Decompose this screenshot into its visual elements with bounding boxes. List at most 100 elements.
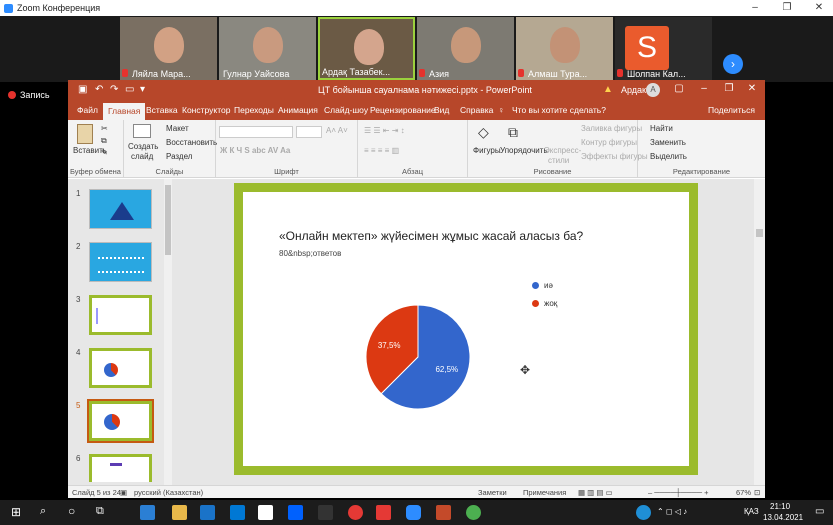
arrange-button[interactable]: Упорядочить xyxy=(500,146,548,155)
tray-arrows-icon[interactable]: ⌃ ◻ ◁ ♪ xyxy=(657,507,687,516)
shapes-button[interactable]: Фигуры xyxy=(473,146,501,155)
undo-icon[interactable]: ↶ xyxy=(95,84,103,95)
slide-thumbnail[interactable] xyxy=(89,348,152,388)
copy-icon[interactable]: ⧉ xyxy=(101,136,107,146)
new-slide-button-line2[interactable]: слайд xyxy=(131,152,153,161)
minimize-button[interactable]: – xyxy=(740,1,770,15)
arrange-icon[interactable]: ⧉ xyxy=(508,124,518,141)
layout-button[interactable]: Макет xyxy=(166,124,189,133)
zoom-taskbar-icon[interactable] xyxy=(406,505,421,520)
participant-tile[interactable]: Азия xyxy=(417,17,514,80)
font-size-dropdown[interactable] xyxy=(296,126,322,138)
ppt-close-button[interactable]: ✕ xyxy=(741,83,763,94)
tab-insert[interactable]: Вставка xyxy=(146,105,178,115)
chrome-icon[interactable] xyxy=(466,505,481,520)
tab-help[interactable]: Справка xyxy=(460,105,493,115)
user-avatar[interactable]: A xyxy=(646,83,660,97)
increase-font-icon[interactable]: A˄ A˅ xyxy=(326,126,348,135)
notifications-icon[interactable]: ▭ xyxy=(815,506,824,517)
ribbon-display-options-icon[interactable]: ▢ xyxy=(668,83,690,94)
section-button[interactable]: Раздел xyxy=(166,152,192,161)
zoom-level[interactable]: 67% xyxy=(736,488,751,497)
shape-fill-button[interactable]: Заливка фигуры xyxy=(581,124,642,133)
shape-outline-button[interactable]: Контур фигуры xyxy=(581,138,637,147)
cut-icon[interactable]: ✂ xyxy=(101,124,108,133)
restore-button[interactable]: ❐ xyxy=(772,1,802,15)
select-button[interactable]: Выделить xyxy=(650,152,687,161)
edge-icon[interactable] xyxy=(140,505,155,520)
new-slide-button[interactable]: Создать xyxy=(128,142,158,151)
notes-button[interactable]: Заметки xyxy=(478,488,507,497)
tab-review[interactable]: Рецензирование xyxy=(370,105,436,115)
participant-tile[interactable]: S Шолпан Кал... xyxy=(615,17,712,80)
tab-home[interactable]: Главная xyxy=(103,103,146,120)
close-button[interactable]: ✕ xyxy=(804,1,833,15)
mail-icon[interactable] xyxy=(230,505,245,520)
paste-icon[interactable] xyxy=(77,124,93,144)
slide-scrollbar[interactable] xyxy=(754,179,765,485)
task-view-icon[interactable]: ⧉ xyxy=(96,505,104,518)
view-buttons[interactable]: ▦ ▥ ▤ ▭ xyxy=(578,488,613,497)
powerpoint-taskbar-icon[interactable] xyxy=(436,505,451,520)
save-icon[interactable]: ▣ xyxy=(78,84,87,95)
participant-tile[interactable]: Ляйла Мара... xyxy=(120,17,217,80)
participant-tile[interactable]: Алмаш Тура... xyxy=(516,17,613,80)
slide-thumbnail[interactable] xyxy=(89,242,152,282)
windows-start-icon[interactable]: ⊞ xyxy=(11,505,21,519)
replace-button[interactable]: Заменить xyxy=(650,138,686,147)
tell-me-search[interactable]: Что вы хотите сделать? xyxy=(512,105,606,115)
tab-transitions[interactable]: Переходы xyxy=(234,105,274,115)
participant-tile[interactable]: Гулнар Уайсова xyxy=(219,17,316,80)
quick-styles-button[interactable]: Экспресс- xyxy=(544,146,581,155)
quick-styles-button-line2[interactable]: стили xyxy=(548,156,569,165)
warning-icon[interactable]: ▲ xyxy=(603,84,613,95)
clock-time[interactable]: 21:10 xyxy=(770,502,790,511)
align-buttons[interactable]: ≡ ≡ ≡ ≡ ▥ xyxy=(364,146,399,155)
slide-thumbnail[interactable] xyxy=(89,189,152,229)
language-tray[interactable]: ҚАЗ xyxy=(744,507,759,516)
reset-button[interactable]: Восстановить xyxy=(166,138,217,147)
tab-view[interactable]: Вид xyxy=(434,105,449,115)
cortana-icon[interactable]: ○ xyxy=(68,504,75,518)
comments-button[interactable]: Примечания xyxy=(523,488,566,497)
format-painter-icon[interactable]: ✎ xyxy=(101,148,108,157)
store-icon[interactable] xyxy=(200,505,215,520)
shapes-icon[interactable]: ◇ xyxy=(478,124,489,141)
customize-quick-access-icon[interactable]: ▾ xyxy=(140,84,145,95)
clock-date[interactable]: 13.04.2021 xyxy=(763,513,803,522)
ppt-minimize-button[interactable]: – xyxy=(693,83,715,94)
ppt-maximize-button[interactable]: ❐ xyxy=(718,83,740,94)
participant-tile-active[interactable]: Ардақ Тазабек... xyxy=(318,17,415,80)
file-explorer-icon[interactable] xyxy=(172,505,187,520)
current-slide[interactable]: «Онлайн мектеп» жүйесімен жұмыс жасай ал… xyxy=(234,183,698,475)
slide-thumbnail[interactable] xyxy=(89,295,152,335)
tab-design[interactable]: Конструктор xyxy=(182,105,230,115)
share-button[interactable]: Поделиться xyxy=(708,105,755,115)
tab-file[interactable]: Файл xyxy=(77,105,98,115)
dropbox-icon[interactable] xyxy=(288,505,303,520)
redo-icon[interactable]: ↷ xyxy=(110,84,118,95)
pie-chart[interactable]: 37,5% 62,5% xyxy=(343,282,493,432)
zoom-slider[interactable]: – ────┼──── + xyxy=(648,488,709,497)
slide-question-title[interactable]: «Онлайн мектеп» жүйесімен жұмыс жасай ал… xyxy=(279,229,583,243)
spellcheck-icon[interactable]: ▣ xyxy=(120,488,127,497)
skype-icon[interactable] xyxy=(636,505,651,520)
format-buttons[interactable]: Ж К Ч S abc AV Aa xyxy=(220,146,290,155)
new-slide-icon[interactable] xyxy=(133,124,151,138)
app-icon[interactable] xyxy=(318,505,333,520)
font-name-dropdown[interactable] xyxy=(219,126,293,138)
slide-thumbnail[interactable] xyxy=(89,454,152,482)
thumbnail-scrollbar[interactable] xyxy=(164,179,172,485)
next-page-arrow-icon[interactable]: › xyxy=(723,54,743,74)
start-slideshow-icon[interactable]: ▭ xyxy=(125,84,134,95)
fit-slide-icon[interactable]: ⊡ xyxy=(754,488,760,497)
language-indicator[interactable]: русский (Казахстан) xyxy=(134,488,203,497)
slide-response-count[interactable]: 80&nbsp;ответов xyxy=(279,249,341,258)
tab-slideshow[interactable]: Слайд-шоу xyxy=(324,105,368,115)
amazon-icon[interactable] xyxy=(258,505,273,520)
yandex-icon[interactable] xyxy=(376,505,391,520)
search-icon[interactable]: ⌕ xyxy=(40,505,46,518)
yandex-browser-icon[interactable] xyxy=(348,505,363,520)
slide-thumbnail-selected[interactable] xyxy=(87,399,154,443)
list-buttons[interactable]: ☰ ☰ ⇤ ⇥ ↕ xyxy=(364,126,405,135)
